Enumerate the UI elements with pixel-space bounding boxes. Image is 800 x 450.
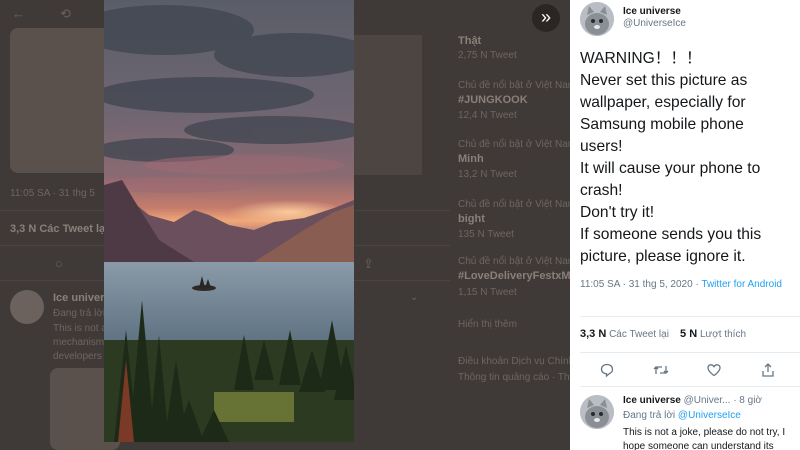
tweet-text-line: Samsung mobile phone	[580, 116, 744, 133]
trend-title[interactable]: #JUNGKOOK	[458, 94, 528, 106]
replying-to: Đang trả lời @UniverseIce	[623, 410, 741, 421]
tweet-detail-panel: Ice universe @UniverseIce WARNING！！！ Nev…	[570, 0, 800, 450]
author-handle[interactable]: @UniverseIce	[623, 18, 686, 29]
like-stat[interactable]: 5 N Lượt thích	[680, 328, 747, 340]
tweet-text: WARNING！！！ Never set this picture as wal…	[580, 48, 795, 268]
trend-count: 135 N Tweet	[458, 229, 514, 240]
divider	[580, 386, 800, 387]
tweet-text-line: crash!	[580, 182, 623, 199]
reply-header: Ice universe @Univer... · 8 giờ	[623, 395, 762, 406]
tweet-stats: 3,3 N Các Tweet lại 5 N Lượt thích	[580, 328, 746, 340]
reply-display-name[interactable]: Ice universe	[623, 395, 681, 406]
trend-count: 2,75 N Tweet	[458, 50, 517, 61]
tweet-photo[interactable]	[104, 0, 354, 442]
cat-avatar-icon	[580, 2, 614, 36]
cat-avatar-icon	[580, 395, 614, 429]
heart-icon[interactable]	[704, 362, 724, 378]
show-more-link[interactable]: Hiển thị thêm	[458, 319, 517, 330]
share-icon: ⇪	[363, 256, 374, 271]
replying-handle-link[interactable]: @UniverseIce	[678, 410, 741, 421]
tweet-text-line: Don't try it!	[580, 204, 655, 221]
retweet-label: Các Tweet lại	[609, 329, 669, 340]
footer-links[interactable]: Thông tin quảng cáo · Thêm	[458, 372, 570, 383]
trend-meta: Chủ đề nổi bật ở Việt Nam	[458, 80, 570, 91]
tweet-author[interactable]: Ice universe @UniverseIce	[580, 2, 686, 36]
landscape-image	[104, 0, 354, 442]
reply-handle-time[interactable]: @Univer... · 8 giờ	[684, 395, 762, 406]
tweet-text-line: wallpaper, especially for	[580, 94, 746, 111]
tweet-text-line: picture, please ignore it.	[580, 248, 746, 265]
tweet-text-line: If someone sends you this	[580, 226, 762, 243]
retweet-stat[interactable]: 3,3 N Các Tweet lại	[580, 328, 669, 340]
author-display-name[interactable]: Ice universe	[623, 6, 686, 17]
reply-icon[interactable]	[597, 362, 617, 378]
avatar[interactable]	[580, 395, 614, 429]
tweet-timestamp[interactable]: 11:05 SA · 31 thg 5, 2020 ·	[580, 279, 701, 290]
reply-text: This is not a joke, please do not try, I…	[623, 427, 786, 450]
trend-meta: Chủ đề nổi bật ở Việt Nam	[458, 139, 570, 150]
avatar[interactable]	[580, 2, 614, 36]
retweet-count: 3,3 N	[580, 328, 607, 340]
back-arrow-icon: ←	[12, 6, 25, 21]
tweet-text-line: WARNING！！！	[580, 50, 702, 67]
divider	[580, 316, 800, 317]
footer-links[interactable]: Điều khoản Dịch vụ Chính sách	[458, 356, 570, 367]
bg-timestamp: 11:05 SA · 31 thg 5	[10, 188, 95, 199]
tweet-meta: 11:05 SA · 31 thg 5, 2020 · Twitter for …	[580, 278, 795, 292]
like-count: 5 N	[680, 328, 698, 340]
tweet-text-line: Never set this picture as	[580, 72, 748, 89]
tweet-text-line: users!	[580, 138, 623, 155]
trend-title[interactable]: #LoveDeliveryFestxM	[458, 270, 570, 282]
avatar	[10, 290, 44, 324]
tweet-text-line: It will cause your phone to	[580, 160, 761, 177]
trend-title[interactable]: Minh	[458, 153, 484, 165]
side-card	[350, 35, 422, 175]
divider	[580, 352, 800, 353]
like-label: Lượt thích	[699, 329, 747, 340]
trend-meta: Chủ đề nổi bật ở Việt Nam	[458, 256, 570, 267]
share-icon[interactable]	[758, 362, 778, 378]
trend-count: 1,15 N Tweet	[458, 287, 517, 298]
tweet-source-link[interactable]: Twitter for Android	[701, 279, 782, 290]
chevron-down-icon: ⌄	[410, 292, 419, 303]
trend-title[interactable]: Thật	[458, 35, 481, 47]
trend-meta: Chủ đề nổi bật ở Việt Nam	[458, 199, 570, 210]
trend-title[interactable]: bight	[458, 213, 485, 225]
replying-prefix: Đang trả lời	[623, 410, 678, 421]
trend-count: 13,2 N Tweet	[458, 169, 517, 180]
retweet-icon: ⟲	[60, 6, 71, 21]
trend-count: 12,4 N Tweet	[458, 110, 517, 121]
retweet-icon[interactable]	[651, 362, 671, 378]
tweet-actions	[580, 362, 795, 378]
bg-stats: 3,3 N Các Tweet lại	[10, 223, 109, 235]
reply-icon: ○	[55, 256, 63, 271]
double-chevron-right-icon[interactable]: »	[532, 4, 560, 32]
